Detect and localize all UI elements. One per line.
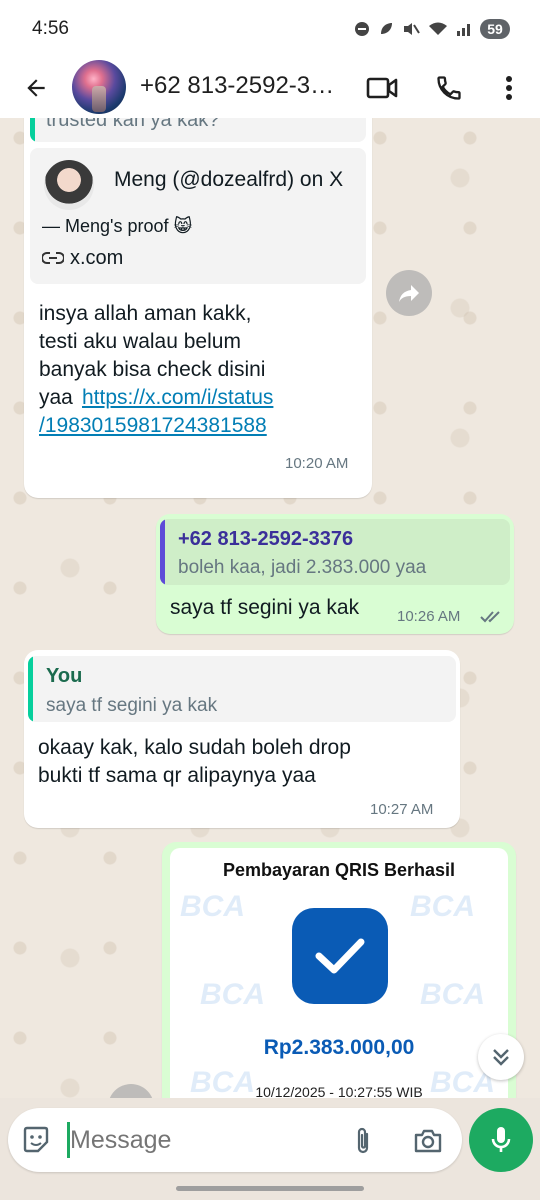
paperclip-icon: [357, 1127, 369, 1154]
scroll-to-bottom-button[interactable]: [478, 1034, 524, 1080]
phone-icon: [437, 76, 461, 100]
quoted-author: +62 813-2592-3376: [178, 528, 354, 550]
link-icon: [42, 252, 64, 264]
link-preview-card[interactable]: Meng (@dozealfrd) on X — Meng's proof 😸 …: [30, 148, 366, 284]
message-text-line: testi aku walau belum: [39, 330, 241, 353]
back-button[interactable]: [18, 68, 54, 108]
voice-message-button[interactable]: [469, 1108, 533, 1172]
preview-thumbnail: [44, 160, 94, 210]
preview-title: Meng (@dozealfrd) on X: [114, 168, 344, 191]
message-text: saya tf segini ya kak: [170, 596, 360, 619]
camera-icon: [414, 1129, 442, 1153]
quote-bar: [30, 118, 35, 142]
success-check-icon: [292, 908, 388, 1004]
watermark: BCA: [200, 978, 265, 1011]
message-time: 10:27 AM: [370, 801, 434, 818]
forward-button[interactable]: [108, 1084, 154, 1098]
message-text-line: banyak bisa check disini: [39, 358, 266, 381]
message-text-line: insya allah aman kakk,: [39, 302, 252, 325]
contact-avatar[interactable]: [72, 60, 126, 114]
incoming-message-bubble[interactable]: trusted kan ya kak? Meng (@dozealfrd) on…: [24, 118, 372, 498]
quoted-text: boleh kaa, jadi 2.383.000 yaa: [178, 557, 427, 578]
payment-datetime: 10/12/2025 - 10:27:55 WIB: [255, 1084, 423, 1098]
quote-bar: [160, 519, 165, 585]
quoted-text: saya tf segini ya kak: [46, 695, 218, 716]
chat-header: +62 813-2592-3376: [0, 58, 540, 118]
watermark: BCA: [180, 890, 245, 923]
forward-icon: [119, 1097, 143, 1098]
video-call-button[interactable]: [362, 68, 402, 108]
voice-call-button[interactable]: [429, 68, 469, 108]
message-composer: [8, 1108, 462, 1172]
quoted-message[interactable]: +62 813-2592-3376 boleh kaa, jadi 2.383.…: [160, 519, 510, 585]
home-indicator[interactable]: [176, 1186, 364, 1191]
message-link[interactable]: /1983015981724381588: [39, 412, 267, 441]
status-icons: 59: [354, 19, 510, 39]
quoted-text: trusted kan ya kak?: [46, 118, 220, 131]
read-receipt-icon: [480, 611, 500, 623]
more-vert-icon: [506, 76, 512, 100]
status-bar: 4:56 59: [0, 0, 540, 58]
preview-description: — Meng's proof 😸: [42, 216, 193, 236]
watermark: BCA: [420, 978, 485, 1011]
message-text-line: okaay kak, kalo sudah boleh drop: [38, 736, 351, 759]
status-time: 4:56: [32, 18, 69, 39]
leaf-icon: [381, 23, 392, 34]
mute-icon: [404, 23, 420, 35]
outgoing-image-message[interactable]: BCA BCA BCA BCA BCA BCA Pembayaran QRIS …: [162, 842, 516, 1098]
message-text-line: bukti tf sama qr alipaynya yaa: [38, 764, 316, 787]
message-link[interactable]: https://x.com/i/status: [82, 384, 273, 413]
signal-icon: [457, 24, 470, 36]
preview-domain: x.com: [70, 247, 124, 269]
quoted-message[interactable]: You saya tf segini ya kak: [28, 656, 456, 722]
chat-area[interactable]: trusted kan ya kak? Meng (@dozealfrd) on…: [0, 118, 540, 1098]
outgoing-message-bubble[interactable]: +62 813-2592-3376 boleh kaa, jadi 2.383.…: [156, 514, 514, 634]
message-input[interactable]: [70, 1120, 330, 1160]
back-arrow-icon: [27, 79, 45, 97]
camera-button[interactable]: [410, 1124, 446, 1158]
quoted-author: You: [46, 665, 83, 687]
sticker-icon: [23, 1126, 49, 1153]
wifi-icon: [429, 22, 447, 35]
message-text-line: yaa: [39, 386, 73, 409]
attach-button[interactable]: [346, 1124, 380, 1158]
battery-indicator: 59: [480, 19, 510, 39]
video-call-icon: [366, 77, 398, 99]
quote-bar: [28, 656, 33, 722]
microphone-icon: [491, 1127, 511, 1152]
do-not-disturb-icon: [355, 22, 369, 36]
forward-button[interactable]: [386, 270, 432, 316]
emoji-sticker-button[interactable]: [20, 1124, 54, 1158]
message-time: 10:20 AM: [285, 455, 349, 472]
contact-name[interactable]: +62 813-2592-3376: [140, 72, 345, 100]
payment-receipt-image[interactable]: BCA BCA BCA BCA BCA BCA Pembayaran QRIS …: [170, 848, 508, 1098]
more-options-button[interactable]: [489, 68, 529, 108]
receipt-title: Pembayaran QRIS Berhasil: [222, 860, 456, 880]
forward-icon: [399, 285, 419, 302]
quoted-message[interactable]: trusted kan ya kak?: [30, 118, 366, 142]
payment-amount: Rp2.383.000,00: [263, 1036, 415, 1059]
message-time: 10:26 AM: [397, 608, 461, 625]
double-chevron-down-icon: [493, 1049, 509, 1066]
watermark: BCA: [410, 890, 475, 923]
incoming-message-bubble[interactable]: You saya tf segini ya kak okaay kak, kal…: [24, 650, 460, 828]
